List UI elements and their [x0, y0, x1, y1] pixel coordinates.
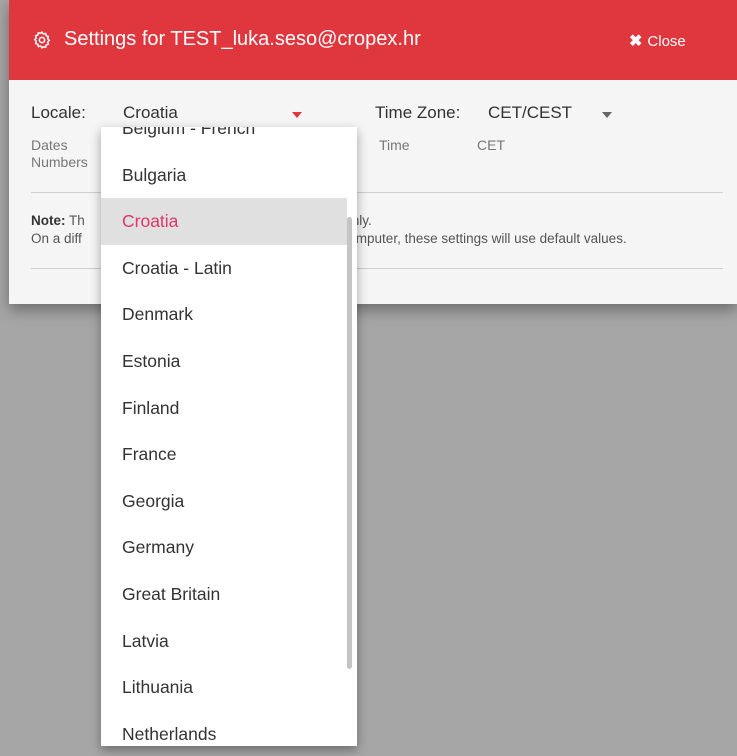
dropdown-option[interactable]: Denmark — [101, 291, 347, 338]
note-line2-start: On a diff — [31, 231, 82, 246]
dropdown-option[interactable]: Great Britain — [101, 571, 347, 618]
timezone-label: Time Zone: — [375, 103, 461, 122]
locale-option-list: Belgium - French Bulgaria Croatia Croatia -… — [101, 127, 347, 746]
timezone-caret-icon[interactable] — [602, 112, 612, 118]
locale-label: Locale: — [31, 103, 86, 122]
locale-select[interactable]: Croatia — [123, 103, 178, 123]
dropdown-scrollbar[interactable] — [347, 217, 352, 669]
dropdown-option[interactable]: Estonia — [101, 338, 347, 385]
dropdown-option[interactable]: Belgium - French — [101, 127, 347, 152]
note-line1-start: Th — [69, 213, 85, 228]
close-label: Close — [647, 32, 686, 50]
gear-icon — [32, 30, 52, 50]
dropdown-option[interactable]: Germany — [101, 524, 347, 571]
dropdown-option[interactable]: Georgia — [101, 478, 347, 525]
note-bold: Note: — [31, 213, 66, 228]
numbers-label: Numbers — [31, 154, 88, 170]
dropdown-option[interactable]: Lithuania — [101, 664, 347, 711]
dates-label: Dates — [31, 137, 68, 153]
time-value: CET — [477, 137, 505, 153]
dropdown-option[interactable]: Bulgaria — [101, 152, 347, 199]
dropdown-option[interactable]: Croatia - Latin — [101, 245, 347, 292]
dropdown-option[interactable]: France — [101, 431, 347, 478]
locale-dropdown-menu[interactable]: Belgium - French Bulgaria Croatia Croatia -… — [101, 127, 357, 746]
dialog-header: Settings for TEST_luka.seso@cropex.hr ✖ … — [9, 0, 737, 80]
close-icon: ✖ — [629, 33, 643, 50]
note-line2-end: mputer, these settings will use default … — [355, 231, 627, 246]
locale-caret-icon[interactable] — [292, 112, 302, 118]
close-button[interactable]: ✖ Close — [629, 30, 686, 52]
dropdown-option[interactable]: Finland — [101, 385, 347, 432]
dropdown-option[interactable]: Croatia — [101, 198, 347, 245]
timezone-select[interactable]: CET/CEST — [488, 103, 572, 123]
dropdown-option[interactable]: Latvia — [101, 618, 347, 665]
dropdown-option[interactable]: Netherlands — [101, 711, 347, 746]
dialog-title: Settings for TEST_luka.seso@cropex.hr — [64, 28, 421, 50]
time-label: Time — [379, 137, 410, 153]
